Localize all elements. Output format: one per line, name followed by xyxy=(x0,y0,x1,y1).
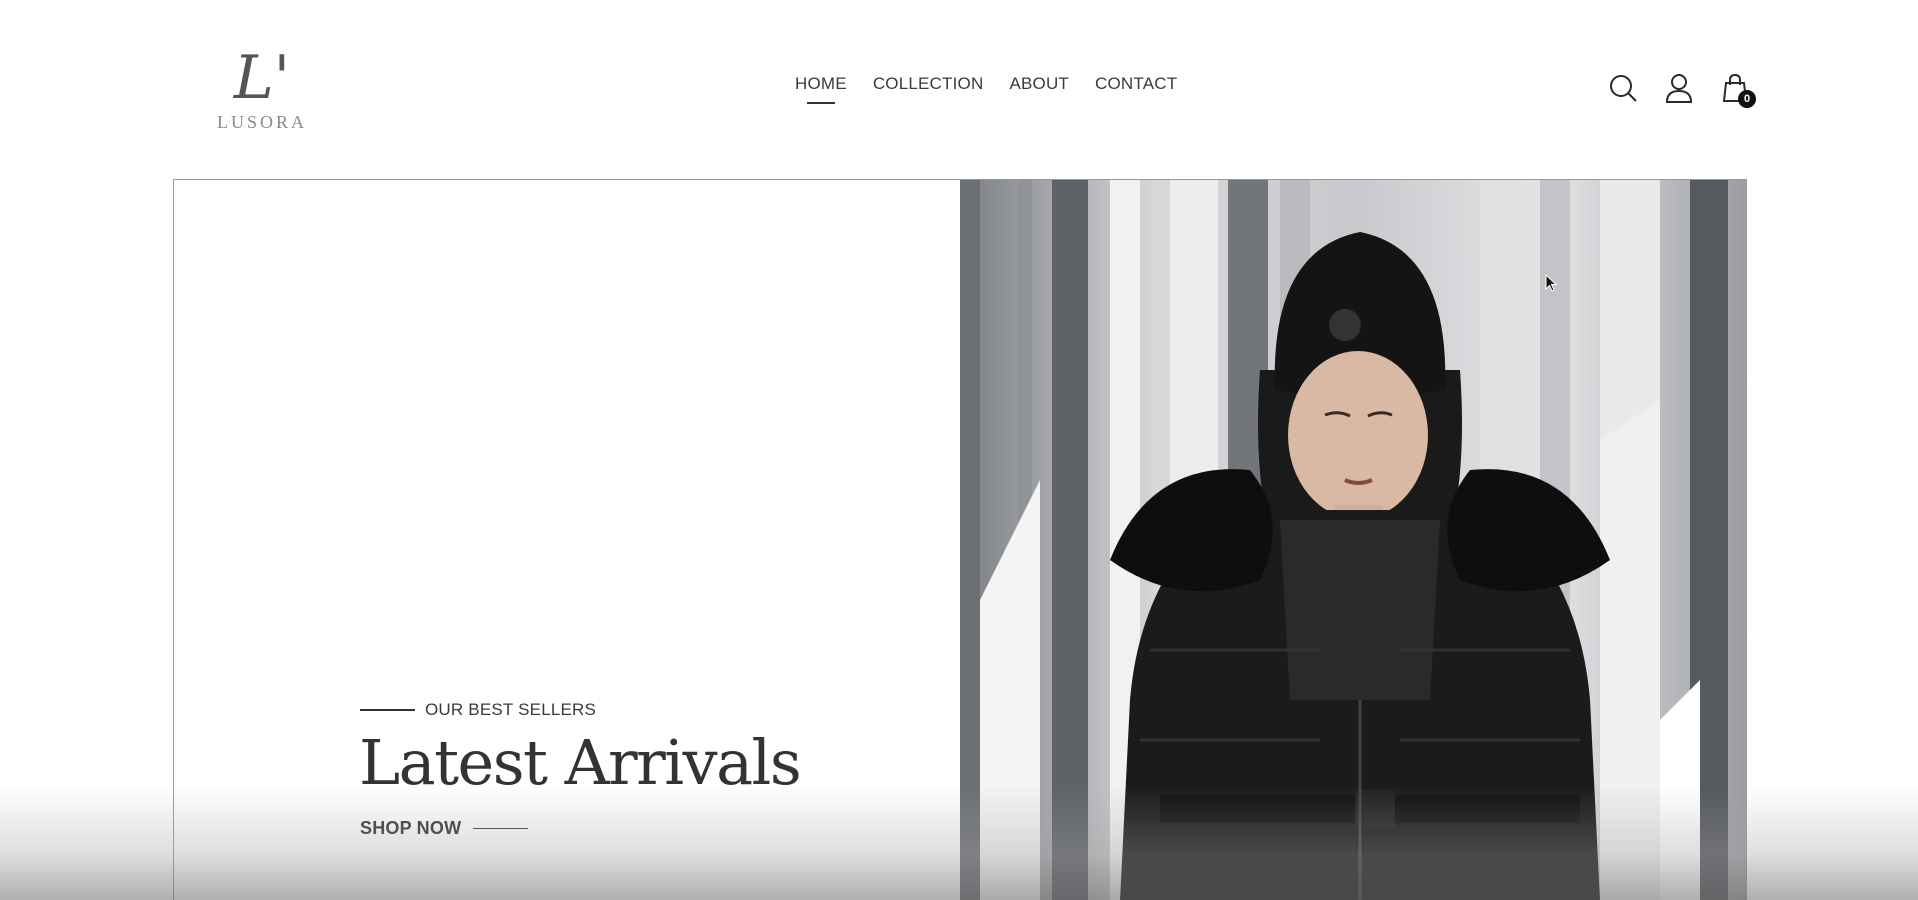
nav-contact[interactable]: CONTACT xyxy=(1095,74,1177,94)
hero-text-panel: OUR BEST SELLERS Latest Arrivals SHOP NO… xyxy=(174,180,960,900)
hero-kicker: OUR BEST SELLERS xyxy=(360,700,596,720)
shopping-bag-icon[interactable]: 0 xyxy=(1720,72,1756,108)
hero-image xyxy=(960,180,1746,900)
nav-collection[interactable]: COLLECTION xyxy=(873,74,984,94)
cart-count-badge: 0 xyxy=(1738,90,1756,108)
user-icon[interactable] xyxy=(1664,72,1694,104)
nav-about[interactable]: ABOUT xyxy=(1009,74,1069,94)
site-header: L' LUSORA HOME COLLECTION ABOUT CONTACT … xyxy=(0,0,1918,178)
logo-mark: L' xyxy=(233,43,291,113)
logo-text: LUSORA xyxy=(216,112,307,132)
shop-now-divider xyxy=(473,828,529,829)
nav-home[interactable]: HOME xyxy=(795,74,847,104)
model-in-black-puffer-coat-image xyxy=(960,180,1746,900)
kicker-text: OUR BEST SELLERS xyxy=(425,700,597,719)
main-nav: HOME COLLECTION ABOUT CONTACT xyxy=(795,74,1177,104)
header-icons: 0 xyxy=(1608,72,1756,108)
hero-title: Latest Arrivals xyxy=(359,726,802,799)
hero-banner: OUR BEST SELLERS Latest Arrivals SHOP NO… xyxy=(173,179,1747,900)
mouse-cursor-icon xyxy=(1545,274,1557,292)
shop-now-label: SHOP NOW xyxy=(360,818,462,838)
search-icon[interactable] xyxy=(1608,72,1638,104)
shop-now-link[interactable]: SHOP NOW xyxy=(360,818,529,839)
brand-logo[interactable]: L' LUSORA xyxy=(214,44,310,136)
kicker-divider xyxy=(360,709,415,711)
